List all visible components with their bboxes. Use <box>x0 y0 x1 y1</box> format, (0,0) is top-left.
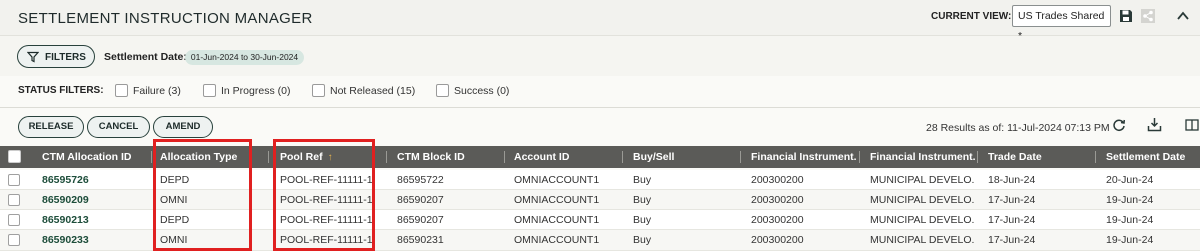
filters-button-label: FILTERS <box>45 52 86 63</box>
title-bar: SETTLEMENT INSTRUCTION MANAGER CURRENT V… <box>0 0 1200 42</box>
ctm-block-id-cell: 86590207 <box>397 214 444 226</box>
column-header-settlement-date[interactable]: Settlement Date <box>1106 146 1185 168</box>
account-id-cell: OMNIACCOUNT1 <box>514 234 600 246</box>
column-separator[interactable] <box>622 151 623 163</box>
column-header-financial-instrument-2[interactable]: Financial Instrument... <box>870 146 975 168</box>
status-filter-not-released-label: Not Released (15) <box>330 85 416 97</box>
column-header-ctm-block-id[interactable]: CTM Block ID <box>397 146 465 168</box>
account-id-cell: OMNIACCOUNT1 <box>514 214 600 226</box>
status-filter-failure-checkbox[interactable] <box>115 84 128 97</box>
column-header-financial-instrument-1[interactable]: Financial Instrument... <box>751 146 856 168</box>
financial-instrument-id-cell: 200300200 <box>751 234 804 246</box>
pool-ref-cell: POOL-REF-11111-1 <box>280 174 373 186</box>
status-filter-success-checkbox[interactable] <box>436 84 449 97</box>
current-view-label: CURRENT VIEW: <box>931 11 1012 22</box>
save-icon[interactable] <box>1119 9 1133 23</box>
current-view-select[interactable]: US Trades Shared * <box>1012 5 1111 42</box>
column-separator[interactable] <box>151 151 152 163</box>
table-row[interactable]: 86590233 OMNI POOL-REF-11111-1 86590231 … <box>0 230 1200 251</box>
table-row[interactable]: 86590213 DEPD POOL-REF-11111-1 86590207 … <box>0 210 1200 230</box>
buy-sell-cell: Buy <box>633 174 652 186</box>
status-filter-failure-label: Failure (3) <box>133 85 181 97</box>
allocation-type-cell: DEPD <box>160 214 190 226</box>
settlement-date-cell: 19-Jun-24 <box>1106 194 1154 206</box>
select-all-checkbox[interactable] <box>8 150 21 163</box>
ctm-allocation-id-link[interactable]: 86595726 <box>42 170 89 190</box>
columns-icon[interactable] <box>1185 119 1199 131</box>
trade-date-cell: 17-Jun-24 <box>988 234 1036 246</box>
settlement-date-cell: 19-Jun-24 <box>1106 234 1154 246</box>
settlement-date-cell: 19-Jun-24 <box>1106 214 1154 226</box>
column-header-pool-ref-label: Pool Ref <box>280 151 323 163</box>
cancel-button[interactable]: CANCEL <box>87 116 150 138</box>
ctm-block-id-cell: 86590231 <box>397 234 444 246</box>
trade-date-cell: 17-Jun-24 <box>988 194 1036 206</box>
allocation-type-cell: OMNI <box>160 194 188 206</box>
ctm-allocation-id-link[interactable]: 86590213 <box>42 210 89 230</box>
column-separator[interactable] <box>740 151 741 163</box>
financial-instrument-name-cell: MUNICIPAL DEVELO... <box>870 174 975 186</box>
column-separator[interactable] <box>504 151 505 163</box>
row-checkbox[interactable] <box>8 214 20 226</box>
grid-header: CTM Allocation ID Allocation Type Pool R… <box>0 146 1200 168</box>
ctm-allocation-id-link[interactable]: 86590209 <box>42 190 89 210</box>
pool-ref-cell: POOL-REF-11111-1 <box>280 214 373 226</box>
ctm-block-id-cell: 86595722 <box>397 174 444 186</box>
column-separator[interactable] <box>1095 151 1096 163</box>
account-id-cell: OMNIACCOUNT1 <box>514 174 600 186</box>
settlement-date-label: Settlement Date: <box>104 51 187 63</box>
amend-button[interactable]: AMEND <box>153 116 213 138</box>
buy-sell-cell: Buy <box>633 194 652 206</box>
column-header-trade-date[interactable]: Trade Date <box>988 146 1042 168</box>
row-checkbox[interactable] <box>8 234 20 246</box>
allocation-type-cell: DEPD <box>160 174 190 186</box>
financial-instrument-id-cell: 200300200 <box>751 174 804 186</box>
column-separator[interactable] <box>268 151 269 163</box>
table-row[interactable]: 86590209 OMNI POOL-REF-11111-1 86590207 … <box>0 190 1200 210</box>
column-separator[interactable] <box>386 151 387 163</box>
financial-instrument-name-cell: MUNICIPAL DEVELO... <box>870 214 975 226</box>
pool-ref-cell: POOL-REF-11111-1 <box>280 194 373 206</box>
status-filter-not-released-checkbox[interactable] <box>312 84 325 97</box>
financial-instrument-id-cell: 200300200 <box>751 214 804 226</box>
settlement-date-cell: 20-Jun-24 <box>1106 174 1154 186</box>
filter-icon <box>27 51 39 63</box>
column-separator[interactable] <box>859 151 860 163</box>
column-header-buy-sell[interactable]: Buy/Sell <box>633 146 674 168</box>
pool-ref-cell: POOL-REF-11111-1 <box>280 234 373 246</box>
trade-date-cell: 18-Jun-24 <box>988 174 1036 186</box>
allocation-type-cell: OMNI <box>160 234 188 246</box>
financial-instrument-name-cell: MUNICIPAL DEVELO... <box>870 194 975 206</box>
financial-instrument-id-cell: 200300200 <box>751 194 804 206</box>
account-id-cell: OMNIACCOUNT1 <box>514 194 600 206</box>
refresh-icon[interactable] <box>1112 118 1126 132</box>
status-filter-in-progress-label: In Progress (0) <box>221 85 291 97</box>
row-checkbox[interactable] <box>8 194 20 206</box>
row-checkbox[interactable] <box>8 174 20 186</box>
results-count: 28 Results as of: 11-Jul-2024 07:13 PM <box>926 122 1110 134</box>
column-header-account-id[interactable]: Account ID <box>514 146 569 168</box>
release-button[interactable]: RELEASE <box>18 116 84 138</box>
buy-sell-cell: Buy <box>633 234 652 246</box>
page-title: SETTLEMENT INSTRUCTION MANAGER <box>18 10 313 27</box>
ctm-allocation-id-link[interactable]: 86590233 <box>42 230 89 250</box>
download-icon[interactable] <box>1147 117 1162 132</box>
buy-sell-cell: Buy <box>633 214 652 226</box>
status-filter-success-label: Success (0) <box>454 85 510 97</box>
status-filters-label: STATUS FILTERS: <box>18 85 104 96</box>
settlement-date-chip[interactable]: 01-Jun-2024 to 30-Jun-2024 <box>185 50 304 65</box>
financial-instrument-name-cell: MUNICIPAL DEVELO... <box>870 234 975 246</box>
column-header-allocation-type[interactable]: Allocation Type <box>160 146 237 168</box>
filters-button[interactable]: FILTERS <box>17 45 95 68</box>
chevron-up-icon[interactable] <box>1176 10 1190 22</box>
share-icon[interactable] <box>1141 9 1155 23</box>
column-header-ctm-allocation-id[interactable]: CTM Allocation ID <box>42 146 131 168</box>
column-separator[interactable] <box>977 151 978 163</box>
status-filter-in-progress-checkbox[interactable] <box>203 84 216 97</box>
sort-ascending-icon: ↑ <box>327 152 333 163</box>
table-row[interactable]: 86595726 DEPD POOL-REF-11111-1 86595722 … <box>0 170 1200 190</box>
column-header-pool-ref[interactable]: Pool Ref ↑ <box>280 146 333 168</box>
ctm-block-id-cell: 86590207 <box>397 194 444 206</box>
trade-date-cell: 17-Jun-24 <box>988 214 1036 226</box>
